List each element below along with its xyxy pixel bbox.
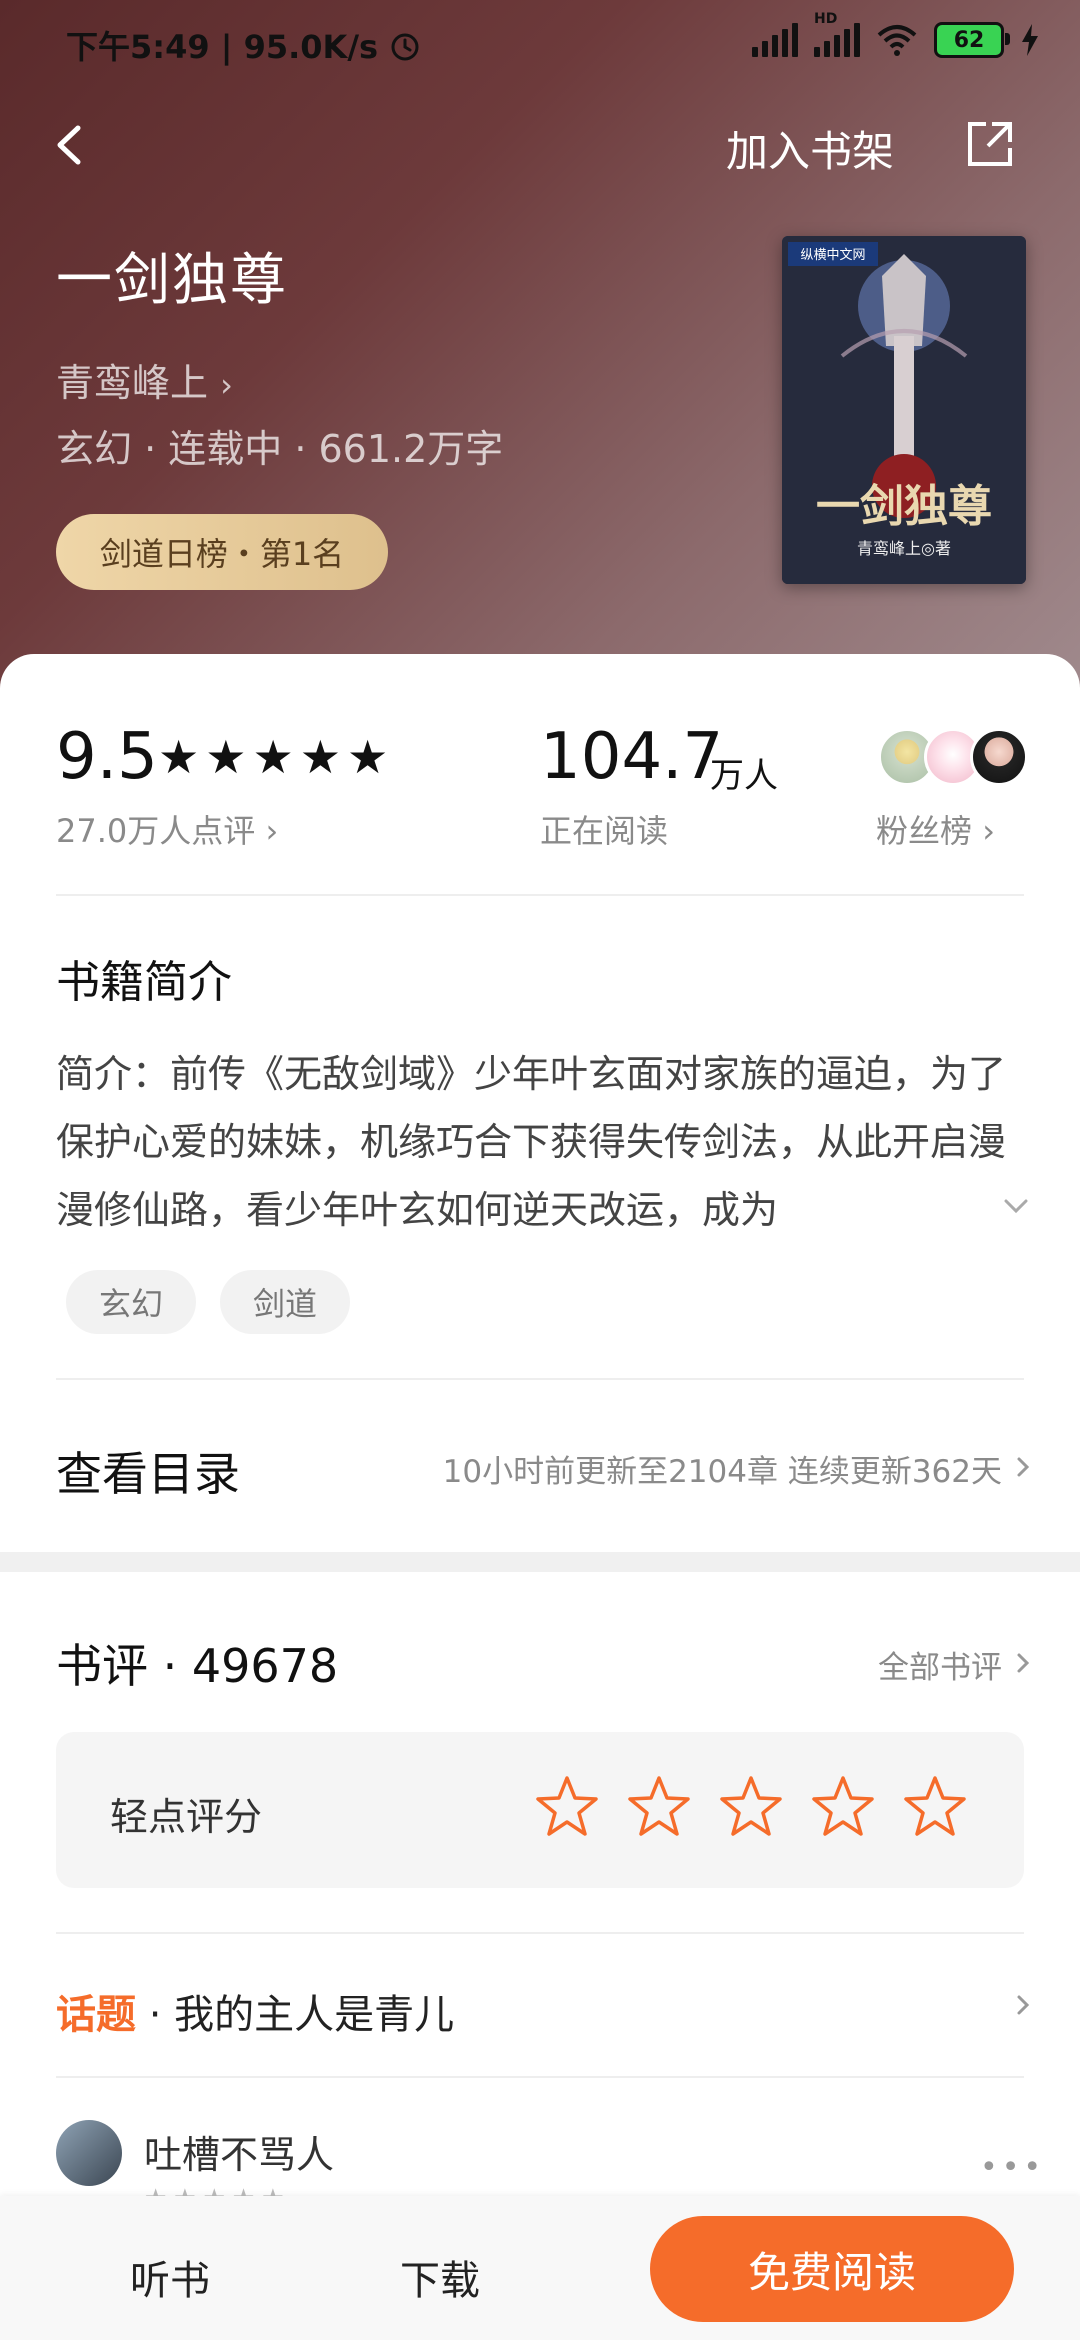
top-bar: 加入书架 (0, 100, 1080, 190)
star-outline-icon[interactable] (534, 1774, 600, 1840)
divider (56, 1378, 1024, 1380)
chevron-right-icon (1017, 1995, 1030, 2015)
star-outline-icon[interactable] (902, 1774, 968, 1840)
divider (56, 1932, 1024, 1934)
review-username[interactable]: 吐槽不骂人 (144, 2124, 334, 2179)
status-bar: 下午5:49 | 95.0K/s HD 62 (0, 0, 1080, 88)
alarm-icon (391, 33, 419, 61)
hd-label: HD (814, 11, 838, 27)
more-options-icon[interactable]: ••• (980, 2150, 1045, 2185)
all-reviews-link[interactable]: 全部书评 (878, 1642, 1002, 1687)
chevron-right-icon: › (265, 812, 279, 850)
chevron-right-icon (1017, 1457, 1030, 1477)
fans-rank-link[interactable]: 粉丝榜 › (876, 806, 995, 852)
download-button[interactable]: 下载 (400, 2248, 480, 2306)
reviews-heading: 书评 · 49678 (56, 1639, 339, 1693)
divider (56, 2076, 1024, 2078)
rating-count-link[interactable]: 27.0万人点评 › (56, 806, 278, 852)
book-cover[interactable]: 一剑独尊 青鸾峰上◎著 纵横中文网 (782, 236, 1026, 584)
star-outline-icon[interactable] (718, 1774, 784, 1840)
chevron-right-icon: › (220, 366, 233, 404)
share-icon[interactable] (962, 116, 1018, 172)
divider (56, 894, 1024, 896)
cover-title: 一剑独尊 (816, 481, 992, 532)
status-time-speed: 下午5:49 | 95.0K/s (66, 28, 379, 66)
rating-count: 27.0万人点评 (56, 812, 256, 850)
battery-icon: 62 (934, 22, 1010, 58)
score-value: 9.5 (56, 720, 158, 794)
chevron-right-icon: › (982, 812, 995, 850)
back-arrow-icon[interactable] (46, 120, 96, 170)
intro-heading: 书籍简介 (56, 957, 232, 1008)
star-outline-icon[interactable] (626, 1774, 692, 1840)
rate-label: 轻点评分 (110, 1795, 263, 1839)
signal-hd-icon: HD (814, 11, 860, 57)
chevron-down-icon[interactable] (998, 1188, 1034, 1224)
free-read-button[interactable]: 免费阅读 (650, 2216, 1014, 2322)
status-right: HD 62 (752, 11, 1040, 58)
star-outline-icon[interactable] (810, 1774, 876, 1840)
wifi-icon (877, 25, 917, 56)
chevron-right-icon (1017, 1653, 1030, 1673)
readers-label: 正在阅读 (540, 812, 669, 850)
toc-update-info[interactable]: 10小时前更新至2104章 连续更新362天 (443, 1446, 1002, 1491)
rank-badge[interactable]: 剑道日榜・第1名 (56, 514, 388, 590)
cover-publisher: 纵横中文网 (800, 248, 865, 263)
readers-value: 104.7 (540, 720, 724, 794)
intro-fade (820, 1180, 1020, 1250)
avatar[interactable] (56, 2120, 122, 2186)
book-meta: 玄幻 · 连载中 · 661.2万字 (56, 427, 504, 471)
toc-button[interactable]: 查看目录 (56, 1438, 240, 1504)
avatar (970, 728, 1028, 786)
rate-stars[interactable] (534, 1774, 968, 1840)
topic-text: · 我的主人是青儿 (136, 1992, 455, 2038)
cover-art: 一剑独尊 青鸾峰上◎著 纵横中文网 (782, 236, 1026, 584)
score-stars: ★★★★★ (158, 730, 395, 784)
fan-avatars[interactable] (878, 728, 1028, 786)
fans-rank-label: 粉丝榜 (876, 812, 973, 850)
charging-icon (1022, 24, 1038, 56)
author-name: 青鸾峰上 (56, 361, 209, 405)
topic-highlight: 话题 (56, 1992, 136, 2038)
topic-link[interactable]: 话题 · 我的主人是青儿 (56, 1982, 454, 2040)
battery-level: 62 (953, 27, 985, 53)
tag-xuanhuan[interactable]: 玄幻 (66, 1270, 196, 1334)
status-left: 下午5:49 | 95.0K/s (66, 22, 422, 68)
cover-author: 青鸾峰上◎著 (857, 539, 951, 558)
author-link[interactable]: 青鸾峰上 › (56, 352, 233, 407)
signal-icon (752, 23, 798, 57)
section-gap (0, 1552, 1080, 1572)
add-to-shelf-button[interactable]: 加入书架 (726, 118, 894, 179)
listen-button[interactable]: 听书 (130, 2248, 210, 2306)
book-title: 一剑独尊 (56, 248, 288, 313)
readers-unit: 万人 (710, 756, 778, 796)
tag-jiandao[interactable]: 剑道 (220, 1270, 350, 1334)
